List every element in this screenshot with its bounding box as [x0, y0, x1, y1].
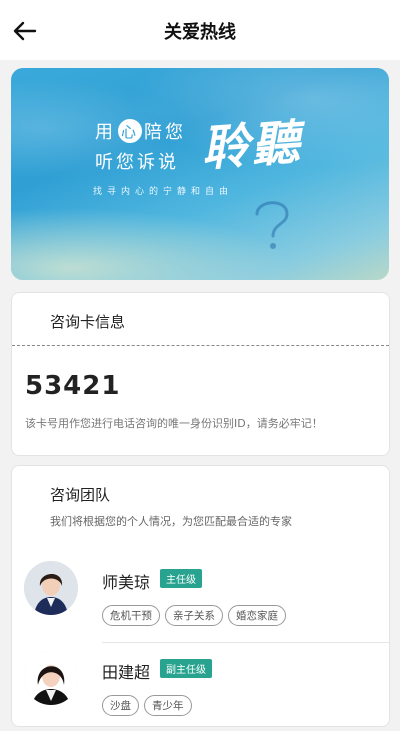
- question-mark-icon: [255, 201, 289, 249]
- banner-background: [11, 68, 389, 280]
- banner-slogan-line2: 听您诉说: [95, 152, 179, 173]
- expert-tags: 危机干预 亲子关系 婚恋家庭: [102, 605, 286, 626]
- expert-level-badge: 主任级: [160, 569, 202, 588]
- avatar: [24, 651, 78, 705]
- expert-tag: 危机干预: [102, 605, 160, 626]
- avatar: [24, 561, 78, 615]
- hotline-banner[interactable]: 用 心 陪您 听您诉说 聆聽 找寻内心的宁静和自由: [11, 68, 389, 280]
- expert-level-badge: 副主任级: [160, 659, 212, 678]
- banner-slogan-post: 陪您: [144, 122, 186, 143]
- expert-item[interactable]: 田建超 副主任级 沙盘 青少年: [12, 651, 389, 731]
- consult-card-note: 该卡号用作您进行电话咨询的唯一身份识别ID，请务必牢记！: [25, 417, 323, 430]
- consult-card-number: 53421: [25, 371, 121, 401]
- team-subtitle: 我们将根据您的个人情况，为您匹配最合适的专家: [50, 515, 292, 528]
- banner-slogan-pre: 用: [95, 122, 116, 143]
- expert-tag: 沙盘: [102, 695, 139, 716]
- banner-subtitle: 找寻内心的宁静和自由: [93, 187, 234, 197]
- consult-card-info: 咨询卡信息 53421 该卡号用作您进行电话咨询的唯一身份识别ID，请务必牢记！: [11, 292, 390, 456]
- page-title: 关爱热线: [164, 22, 236, 43]
- banner-heart-char: 心: [118, 119, 142, 143]
- consult-team-card: 咨询团队 我们将根据您的个人情况，为您匹配最合适的专家 师美琼 主任级 危机干预…: [11, 465, 390, 727]
- consult-card-title: 咨询卡信息: [50, 313, 126, 331]
- expert-item[interactable]: 师美琼 主任级 危机干预 亲子关系 婚恋家庭: [12, 561, 389, 643]
- team-title: 咨询团队: [50, 486, 111, 504]
- expert-tag: 婚恋家庭: [228, 605, 286, 626]
- banner-slogan-line1: 用 心 陪您: [95, 118, 186, 144]
- banner-calligraphy: 聆聽: [199, 114, 304, 178]
- divider: [102, 642, 389, 643]
- expert-tags: 沙盘 青少年: [102, 695, 192, 716]
- expert-name: 师美琼: [102, 573, 151, 592]
- expert-name: 田建超: [102, 663, 151, 682]
- expert-tag: 亲子关系: [165, 605, 223, 626]
- top-bar: 关爱热线: [0, 0, 400, 60]
- expert-tag: 青少年: [144, 695, 192, 716]
- dashed-divider: [12, 345, 389, 346]
